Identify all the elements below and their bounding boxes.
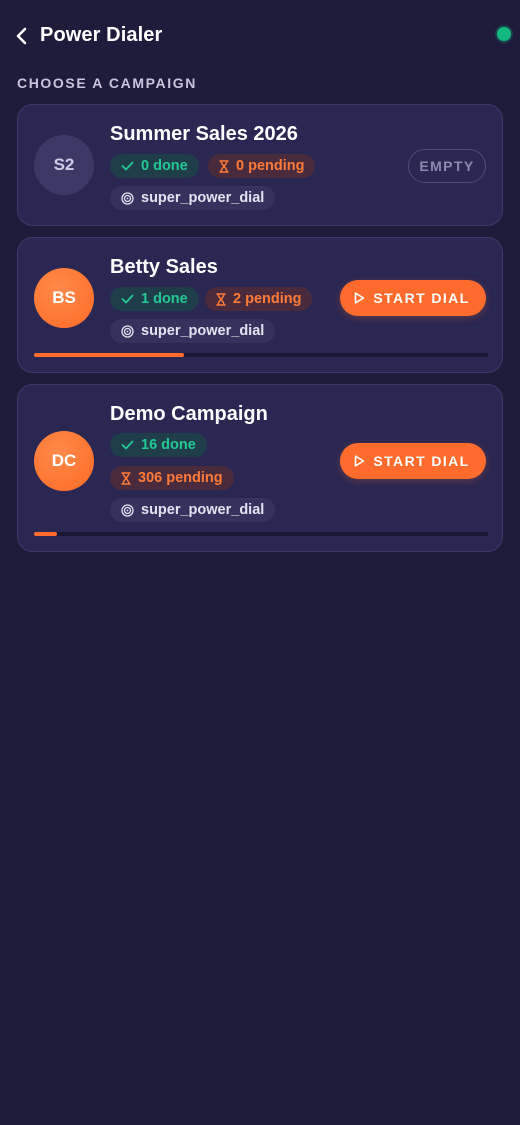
- progress-fill: [34, 532, 57, 536]
- done-count-badge: 0 done: [110, 154, 199, 178]
- pending-count-badge: 2 pending: [205, 287, 313, 311]
- progress-bar: [34, 532, 488, 536]
- hourglass-icon: [216, 292, 226, 306]
- progress-fill: [34, 353, 184, 357]
- dial-mode-label: super_power_dial: [141, 323, 265, 339]
- page-title: Power Dialer: [40, 24, 163, 46]
- done-count: 16 done: [141, 437, 196, 453]
- check-icon: [121, 161, 134, 171]
- status-indicator: [497, 27, 511, 41]
- dial-mode-tag: super_power_dial: [110, 186, 276, 210]
- done-count-badge: 1 done: [110, 287, 199, 311]
- hourglass-icon: [121, 471, 131, 485]
- avatar: S2: [34, 135, 94, 195]
- target-icon: [121, 191, 134, 205]
- chevron-left-icon: [16, 27, 27, 45]
- campaign-name: Demo Campaign: [110, 403, 268, 425]
- campaign-card-summer-sales[interactable]: S2 Summer Sales 2026 0 done 0 pending su…: [17, 104, 503, 226]
- target-icon: [121, 324, 134, 338]
- section-label: CHOOSE A CAMPAIGN: [17, 75, 197, 91]
- start-dial-label: START DIAL: [373, 290, 470, 306]
- done-count: 0 done: [141, 158, 188, 174]
- done-count-badge: 16 done: [110, 433, 207, 457]
- dial-mode-label: super_power_dial: [141, 190, 265, 206]
- pending-count-badge: 0 pending: [208, 154, 316, 178]
- check-icon: [121, 440, 134, 450]
- hourglass-icon: [219, 159, 229, 173]
- start-dial-button[interactable]: START DIAL: [340, 280, 486, 316]
- back-button[interactable]: [8, 22, 36, 50]
- play-icon: [354, 292, 365, 304]
- campaign-card-betty-sales[interactable]: BS Betty Sales 1 done 2 pending super_po…: [17, 237, 503, 373]
- dial-mode-label: super_power_dial: [141, 502, 265, 518]
- start-dial-label: START DIAL: [373, 453, 470, 469]
- play-icon: [354, 455, 365, 467]
- campaign-card-demo-campaign[interactable]: DC Demo Campaign 16 done 306 pending sup…: [17, 384, 503, 552]
- done-count: 1 done: [141, 291, 188, 307]
- pending-count: 306 pending: [138, 470, 223, 486]
- start-dial-button[interactable]: START DIAL: [340, 443, 486, 479]
- header: Power Dialer: [0, 0, 520, 70]
- campaign-name: Betty Sales: [110, 256, 218, 278]
- dial-mode-tag: super_power_dial: [110, 319, 276, 343]
- campaign-name: Summer Sales 2026: [110, 123, 298, 145]
- progress-bar: [34, 353, 488, 357]
- pending-count-badge: 306 pending: [110, 466, 234, 490]
- empty-status-button: EMPTY: [408, 149, 486, 183]
- avatar: DC: [34, 431, 94, 491]
- avatar: BS: [34, 268, 94, 328]
- target-icon: [121, 503, 134, 517]
- pending-count: 0 pending: [236, 158, 305, 174]
- dial-mode-tag: super_power_dial: [110, 498, 276, 522]
- check-icon: [121, 294, 134, 304]
- pending-count: 2 pending: [233, 291, 302, 307]
